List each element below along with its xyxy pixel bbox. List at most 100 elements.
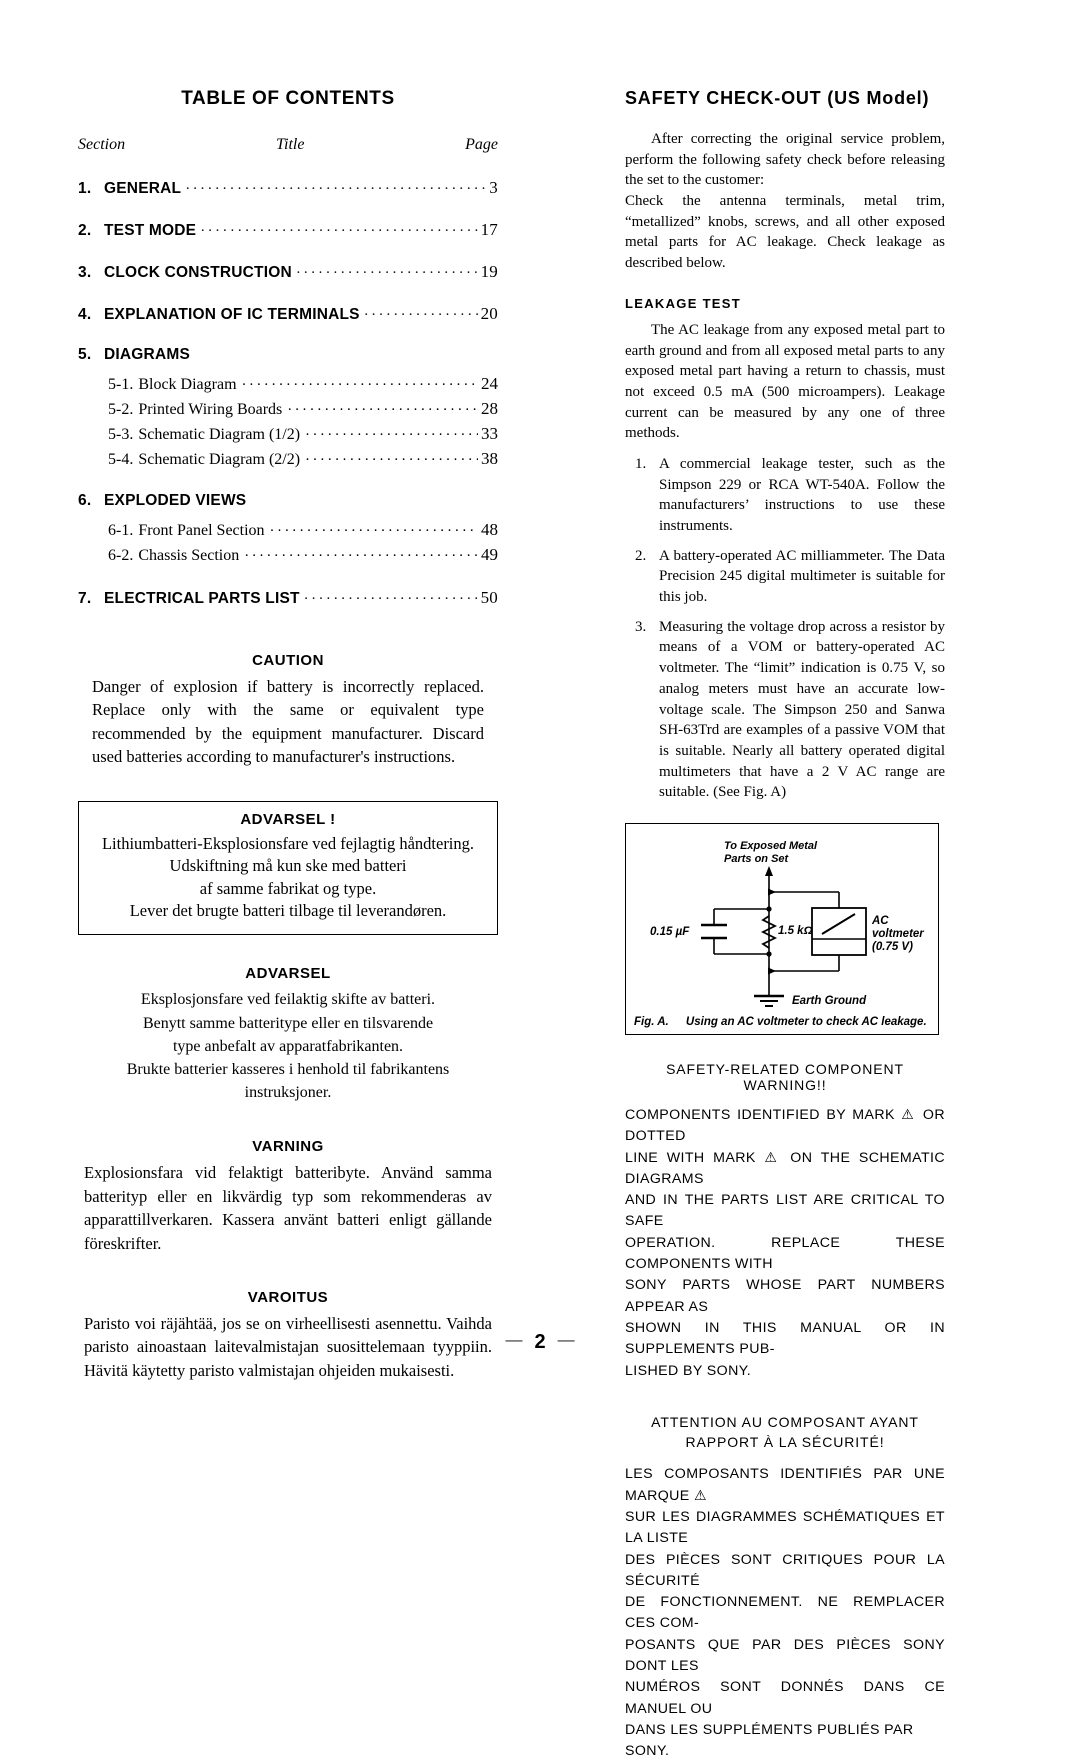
varning-body: Explosionsfara vid felaktigt batteribyte… xyxy=(84,1163,492,1253)
advarsel-norwegian-line: type anbefalt av apparatfabrikanten. xyxy=(172,1037,404,1055)
list-item-text: Measuring the voltage drop across a resi… xyxy=(659,618,945,801)
footer-dash-left: — xyxy=(505,1330,523,1349)
toc-subentry[interactable]: 6-1. Front Panel Section ···············… xyxy=(78,520,498,540)
figure-a-caption: Fig. A. Using an AC voltmeter to check A… xyxy=(634,1016,927,1028)
toc-subentry[interactable]: 5-2. Printed Wiring Boards ·············… xyxy=(78,399,498,419)
toc-entry-number: 6. xyxy=(78,492,92,509)
left-column: TABLE OF CONTENTS Section Title Page 1. … xyxy=(78,88,498,1382)
advarsel-box-line: Udskiftning må kun ske med batteri xyxy=(169,856,407,876)
list-item-number: 1. xyxy=(635,455,647,472)
component-warning-line: SONY PARTS WHOSE PART NUMBERS APPEAR AS xyxy=(625,1277,945,1315)
list-item: 3. Measuring the voltage drop across a r… xyxy=(625,617,945,803)
toc-leader-dots: ········································… xyxy=(303,591,478,607)
component-warning-fr-body: LES COMPOSANTS IDENTIFIÉS PAR UNE MARQUE… xyxy=(625,1464,945,1762)
toc-subentry[interactable]: 5-1. Block Diagram ·····················… xyxy=(78,374,498,394)
toc-entry[interactable]: 7. ELECTRICAL PARTS LIST ···············… xyxy=(78,588,498,608)
toc-subentry-label: Schematic Diagram (2/2) xyxy=(138,451,301,468)
toc-entry[interactable]: 5. DIAGRAMS xyxy=(78,346,498,364)
advarsel-box-heading: ADVARSEL ! xyxy=(240,810,336,828)
document-page: TABLE OF CONTENTS Section Title Page 1. … xyxy=(0,0,1080,1759)
component-warning-fr-line: DES PIÈCES SONT CRITIQUES POUR LA SÉCURI… xyxy=(625,1551,945,1589)
toc-subentry-page: 33 xyxy=(481,424,498,443)
toc-entry[interactable]: 1. GENERAL ·····························… xyxy=(78,178,498,198)
toc-entry-page: 50 xyxy=(480,588,498,607)
toc-column-headers: Section Title Page xyxy=(78,136,498,154)
list-item-text: A battery-operated AC milliammeter. The … xyxy=(659,547,945,606)
toc-leader-dots: ········································… xyxy=(244,548,478,564)
toc-entry-label: EXPLODED VIEWS xyxy=(104,492,247,509)
toc-entry[interactable]: 3. CLOCK CONSTRUCTION ··················… xyxy=(78,262,498,282)
toc-subentry-page: 28 xyxy=(481,399,498,418)
list-item-text: A commercial leakage tester, such as the… xyxy=(659,455,945,534)
advarsel-norwegian-block: ADVARSEL Eksplosjonsfare ved feilaktig s… xyxy=(78,965,498,1104)
page-footer: — 2 — xyxy=(0,1330,1080,1354)
toc-subentry-label: Front Panel Section xyxy=(138,522,265,539)
toc-entry[interactable]: 6. EXPLODED VIEWS xyxy=(78,492,498,510)
component-warning-fr-line: DE FONCTIONNEMENT. NE REMPLACER CES COM- xyxy=(625,1594,945,1632)
list-item: 2. A battery-operated AC milliammeter. T… xyxy=(625,546,945,608)
caution-heading: CAUTION xyxy=(252,652,324,669)
toc-subentry-number: 5-4. xyxy=(108,451,134,468)
figure-a-circuit-diagram: To Exposed Metal Parts on Set 0.15 µF 1.… xyxy=(650,840,924,1007)
toc-entry[interactable]: 4. EXPLANATION OF IC TERMINALS ·········… xyxy=(78,304,498,324)
toc-subentry[interactable]: 6-2. Chassis Section ···················… xyxy=(78,545,498,565)
advarsel-box-line: af samme fabrikat og type. xyxy=(199,878,377,898)
toc-subentry-page: 48 xyxy=(481,520,498,539)
advarsel-box-line: Lithiumbatteri-Eksplosionsfare ved fejla… xyxy=(101,833,475,853)
toc-entry-number: 5. xyxy=(78,346,92,363)
component-warning-heading: SAFETY-RELATED COMPONENT WARNING!! xyxy=(666,1060,904,1093)
component-warning-fr-heading-line2: À LA SÉCURITÉ! xyxy=(763,1434,885,1451)
component-warning-line: AND IN THE PARTS LIST ARE CRITICAL TO SA… xyxy=(625,1192,945,1230)
leakage-test-heading: LEAKAGE TEST xyxy=(625,295,741,311)
toc-leader-dots: ········································… xyxy=(241,377,478,393)
caution-body: Danger of explosion if battery is incorr… xyxy=(92,677,484,767)
toc-entry-page: 17 xyxy=(480,220,498,239)
varning-heading: VARNING xyxy=(252,1138,324,1156)
toc-header-section: Section xyxy=(78,136,126,153)
component-warning-fr-line: DANS LES SUPPLÉMENTS PUBLIÉS PAR SONY. xyxy=(625,1721,914,1760)
figure-label-capacitor: 0.15 µF xyxy=(650,926,690,938)
figure-caption-number: Fig. A. xyxy=(634,1015,669,1028)
toc-subentry-number: 5-2. xyxy=(108,401,134,418)
page-title: TABLE OF CONTENTS xyxy=(181,88,395,109)
safety-intro-paragraph-2: Check the antenna terminals, metal trim,… xyxy=(625,193,945,272)
safety-checkout-heading: SAFETY CHECK-OUT (US Model) xyxy=(625,88,930,108)
toc-header-page: Page xyxy=(465,136,498,153)
toc-subentry-label: Printed Wiring Boards xyxy=(138,401,283,418)
advarsel-norwegian-line: Eksplosjonsfare ved feilaktig skifte av … xyxy=(140,991,436,1009)
toc-entry-number: 2. xyxy=(78,222,92,239)
toc-entry-number: 7. xyxy=(78,590,92,607)
leakage-test-intro: The AC leakage from any exposed metal pa… xyxy=(625,321,945,442)
component-warning-line: COMPONENTS IDENTIFIED BY MARK ⚠ OR DOTTE… xyxy=(625,1106,945,1145)
footer-dash-right: — xyxy=(557,1330,575,1349)
component-warning-line: LINE WITH MARK ⚠ ON THE SCHEMATIC DIAGRA… xyxy=(625,1149,945,1187)
toc-entry-label: TEST MODE xyxy=(104,222,197,239)
toc-subentry-page: 24 xyxy=(481,374,498,393)
toc-leader-dots: ········································… xyxy=(295,265,478,281)
figure-label-resistor: 1.5 kΩ xyxy=(778,925,813,937)
leakage-methods-list: 1. A commercial leakage tester, such as … xyxy=(625,454,945,803)
advarsel-box-line: Lever det brugte batteri tilbage til lev… xyxy=(129,901,447,920)
component-warning-line: LISHED BY SONY. xyxy=(625,1362,752,1379)
toc-entry-label: DIAGRAMS xyxy=(104,346,190,363)
toc-subentry-label: Schematic Diagram (1/2) xyxy=(138,426,301,443)
right-column: SAFETY CHECK-OUT (US Model) After correc… xyxy=(625,88,945,1763)
toc-subentry-number: 6-2. xyxy=(108,547,134,564)
toc-entry-number: 4. xyxy=(78,306,92,323)
list-item-number: 2. xyxy=(635,547,647,564)
toc-entry[interactable]: 2. TEST MODE ···························… xyxy=(78,220,498,240)
advarsel-box: ADVARSEL ! Lithiumbatteri-Eksplosionsfar… xyxy=(78,800,498,936)
toc-entry-label: EXPLANATION OF IC TERMINALS xyxy=(104,306,360,323)
component-warning-fr-line: POSANTS QUE PAR DES PIÈCES SONY DONT LES xyxy=(625,1636,945,1675)
toc-leader-dots: ········································… xyxy=(363,307,478,323)
toc-leader-dots: ········································… xyxy=(287,402,478,418)
figure-caption-text: Using an AC voltmeter to check AC leakag… xyxy=(685,1015,927,1028)
figure-a-box: To Exposed Metal Parts on Set 0.15 µF 1.… xyxy=(625,822,939,1035)
toc-subentry-label: Block Diagram xyxy=(138,376,237,393)
toc-subentry[interactable]: 5-3. Schematic Diagram (1/2) ···········… xyxy=(78,424,498,444)
toc-subentry[interactable]: 5-4. Schematic Diagram (2/2) ···········… xyxy=(78,449,498,469)
toc-header-title: Title xyxy=(276,136,305,153)
toc-entry-number: 1. xyxy=(78,180,92,197)
